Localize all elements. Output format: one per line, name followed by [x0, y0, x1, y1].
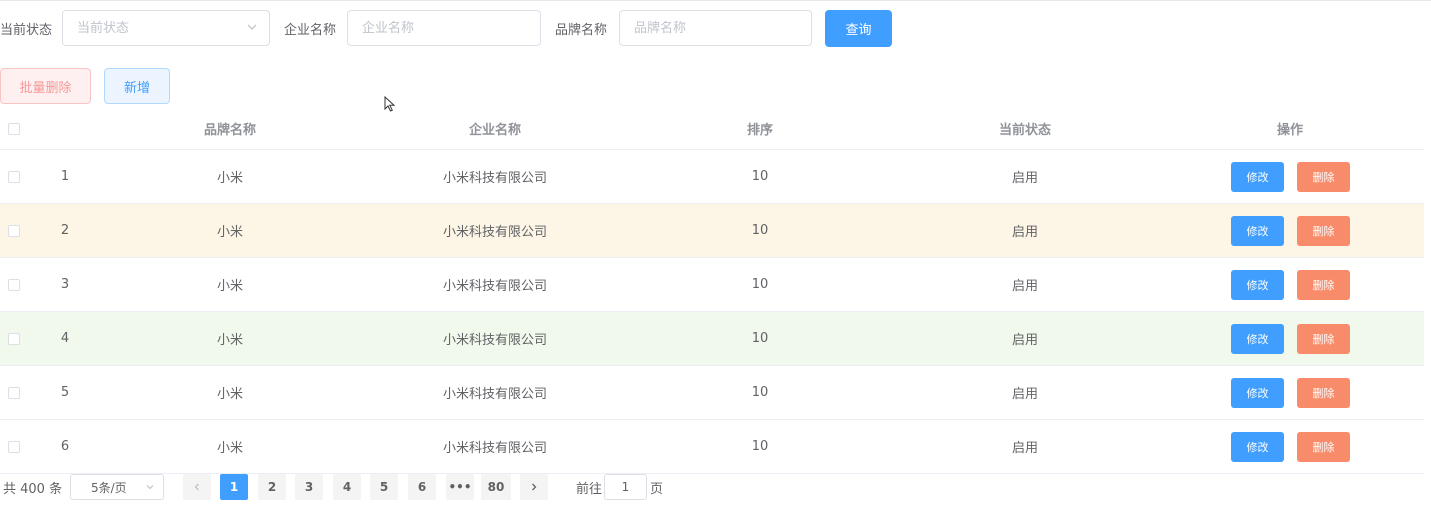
page-button-3[interactable]: 3	[295, 474, 323, 500]
status-label: 当前状态	[0, 23, 53, 38]
row-checkbox[interactable]	[8, 386, 20, 399]
row-index: 1	[60, 169, 70, 184]
row-checkbox[interactable]	[8, 170, 20, 183]
page-button-6[interactable]: 6	[408, 474, 436, 500]
row-company: 小米科技有限公司	[442, 171, 547, 186]
edit-button[interactable]: 修改	[1231, 215, 1284, 246]
page-suffix: 页	[650, 482, 664, 497]
edit-button[interactable]: 修改	[1231, 431, 1284, 462]
row-brand: 小米	[216, 279, 243, 294]
row-checkbox[interactable]	[8, 332, 20, 345]
page-button-2[interactable]: 2	[258, 474, 286, 500]
table-row: 1 小米 小米科技有限公司 10 启用 修改 删除	[0, 150, 1424, 204]
row-brand: 小米	[216, 441, 243, 456]
query-button[interactable]: 查询	[825, 10, 892, 47]
page-button-1[interactable]: 1	[220, 474, 248, 500]
table-row: 6 小米 小米科技有限公司 10 启用 修改 删除	[0, 420, 1424, 474]
next-page-button[interactable]	[520, 474, 548, 500]
row-status: 启用	[1011, 441, 1038, 456]
delete-button[interactable]: 删除	[1297, 161, 1350, 192]
row-index: 5	[60, 385, 70, 400]
goto-label: 前往	[576, 482, 603, 497]
delete-button[interactable]: 删除	[1297, 377, 1350, 408]
row-sort: 10	[751, 331, 769, 346]
edit-button[interactable]: 修改	[1231, 269, 1284, 300]
row-index: 3	[60, 277, 70, 292]
row-company: 小米科技有限公司	[442, 387, 547, 402]
company-label: 企业名称	[284, 23, 337, 38]
delete-button[interactable]: 删除	[1297, 215, 1350, 246]
chevron-right-icon	[532, 483, 537, 491]
row-sort: 10	[751, 385, 769, 400]
row-checkbox[interactable]	[8, 440, 20, 453]
row-checkbox[interactable]	[8, 224, 20, 237]
page-size-value: 5条/页	[91, 480, 127, 495]
row-checkbox[interactable]	[8, 278, 20, 291]
delete-button[interactable]: 删除	[1297, 269, 1350, 300]
header-sort: 排序	[746, 123, 773, 138]
table-row: 4 小米 小米科技有限公司 10 启用 修改 删除	[0, 312, 1424, 366]
prev-page-button[interactable]	[183, 474, 211, 500]
header-company: 企业名称	[468, 123, 521, 138]
row-status: 启用	[1011, 333, 1038, 348]
row-company: 小米科技有限公司	[442, 279, 547, 294]
header-status: 当前状态	[998, 123, 1051, 138]
chevron-down-icon	[146, 485, 154, 490]
chevron-left-icon	[194, 483, 199, 491]
table-row: 2 小米 小米科技有限公司 10 启用 修改 删除	[0, 204, 1424, 258]
row-brand: 小米	[216, 387, 243, 402]
top-divider	[0, 0, 1431, 1]
page-button-80[interactable]: 80	[481, 474, 511, 500]
row-sort: 10	[751, 223, 769, 238]
more-pages-button[interactable]: •••	[446, 474, 474, 500]
row-brand: 小米	[216, 171, 243, 186]
row-sort: 10	[751, 439, 769, 454]
row-sort: 10	[751, 169, 769, 184]
pagination-total: 共 400 条	[3, 482, 63, 497]
row-index: 4	[60, 331, 70, 346]
row-status: 启用	[1011, 225, 1038, 240]
brand-table: 品牌名称 企业名称 排序 当前状态 操作 1 小米 小米科技有限公司 10 启用…	[0, 108, 1424, 474]
row-company: 小米科技有限公司	[442, 333, 547, 348]
row-status: 启用	[1011, 387, 1038, 402]
row-brand: 小米	[216, 333, 243, 348]
delete-button[interactable]: 删除	[1297, 323, 1350, 354]
goto-page-input[interactable]	[604, 474, 647, 500]
row-index: 2	[60, 223, 70, 238]
table-header-row: 品牌名称 企业名称 排序 当前状态 操作	[0, 108, 1424, 150]
add-button[interactable]: 新增	[104, 68, 170, 104]
edit-button[interactable]: 修改	[1231, 323, 1284, 354]
table-row: 3 小米 小米科技有限公司 10 启用 修改 删除	[0, 258, 1424, 312]
batch-delete-button[interactable]: 批量删除	[0, 68, 91, 104]
page-button-4[interactable]: 4	[333, 474, 361, 500]
header-brand: 品牌名称	[203, 123, 256, 138]
row-index: 6	[60, 439, 70, 454]
brand-input[interactable]	[619, 10, 812, 46]
brand-label: 品牌名称	[555, 23, 608, 38]
row-company: 小米科技有限公司	[442, 441, 547, 456]
row-status: 启用	[1011, 171, 1038, 186]
edit-button[interactable]: 修改	[1231, 377, 1284, 408]
company-input[interactable]	[347, 10, 541, 46]
header-ops: 操作	[1276, 123, 1303, 138]
page-size-select[interactable]: 5条/页	[70, 474, 164, 500]
row-brand: 小米	[216, 225, 243, 240]
page-button-5[interactable]: 5	[370, 474, 398, 500]
delete-button[interactable]: 删除	[1297, 431, 1350, 462]
row-status: 启用	[1011, 279, 1038, 294]
chevron-down-icon[interactable]	[245, 20, 259, 34]
edit-button[interactable]: 修改	[1231, 161, 1284, 192]
table-row: 5 小米 小米科技有限公司 10 启用 修改 删除	[0, 366, 1424, 420]
row-company: 小米科技有限公司	[442, 225, 547, 240]
row-sort: 10	[751, 277, 769, 292]
status-select[interactable]	[62, 10, 270, 46]
select-all-checkbox[interactable]	[8, 122, 20, 135]
